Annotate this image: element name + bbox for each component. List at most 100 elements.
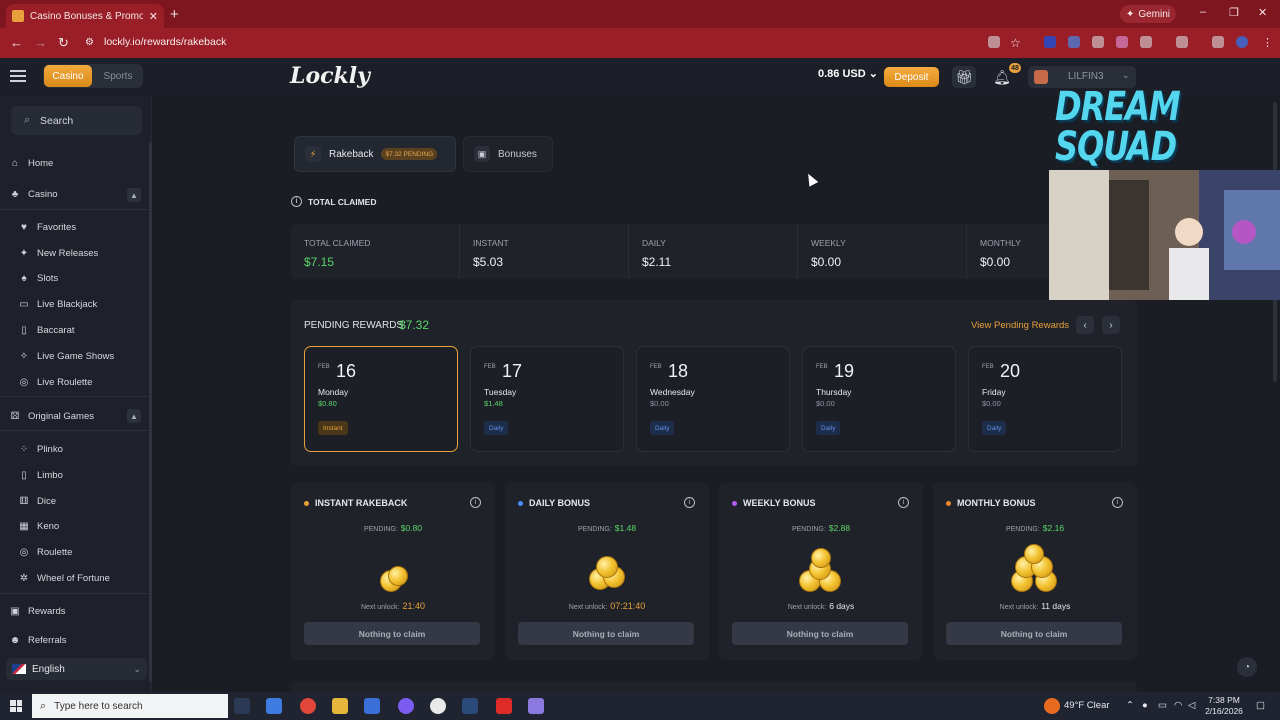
extension-icon[interactable] — [1044, 36, 1056, 48]
info-icon[interactable]: i — [1112, 497, 1123, 508]
extension-icon[interactable] — [1092, 36, 1104, 48]
steam-icon[interactable] — [462, 698, 478, 714]
casino-toggle[interactable]: Casino — [44, 65, 92, 87]
store-icon[interactable] — [364, 698, 380, 714]
pending-badge: $7.32 PENDING — [381, 148, 438, 160]
cards-icon: ♣ — [11, 189, 19, 200]
sidebar-item-dice[interactable]: ⚅ Dice — [18, 496, 56, 507]
file-explorer-icon[interactable] — [332, 698, 348, 714]
claim-button[interactable]: Nothing to claim — [518, 622, 694, 645]
sidebar-item-favorites[interactable]: ♥ Favorites — [18, 222, 76, 233]
sidebar-item-label: Live Game Shows — [37, 351, 115, 362]
new-tab-button[interactable]: + — [170, 6, 179, 23]
view-pending-rewards-link[interactable]: View Pending Rewards — [971, 320, 1069, 331]
sidebar-item-baccarat[interactable]: ▯ Baccarat — [18, 325, 74, 336]
site-info-icon[interactable]: ⚙ — [85, 37, 94, 48]
volume-icon[interactable]: ◁ — [1188, 700, 1195, 711]
microphone-icon[interactable]: ● — [1142, 700, 1148, 711]
sidebar-item-roulette[interactable]: ◎ Roulette — [18, 547, 73, 558]
sidebar-item-wheel-of-fortune[interactable]: ✲ Wheel of Fortune — [18, 573, 110, 584]
notifications-icon[interactable]: ▢ — [1256, 700, 1265, 711]
sidebar-item-new-releases[interactable]: ✦ New Releases — [18, 248, 98, 259]
restore-button[interactable]: ❐ — [1229, 6, 1239, 19]
search-input[interactable]: ⌕ Search — [11, 106, 142, 135]
close-tab-icon[interactable]: ✕ — [149, 10, 158, 23]
claim-button[interactable]: Nothing to claim — [732, 622, 908, 645]
install-app-icon[interactable] — [988, 36, 1000, 48]
side-panel-icon[interactable] — [1176, 36, 1188, 48]
sidebar-item-casino[interactable]: ♣ Casino — [9, 189, 58, 200]
minimize-button[interactable]: – — [1200, 6, 1206, 18]
gemini-button[interactable]: ✦ Gemini — [1120, 5, 1176, 23]
app-icon[interactable] — [528, 698, 544, 714]
day-card[interactable]: FEB 19 Thursday $0.00 Daily — [802, 346, 956, 452]
day-card[interactable]: FEB 20 Friday $0.00 Daily — [968, 346, 1122, 452]
sidebar-scrollbar[interactable] — [149, 142, 152, 682]
taskbar-search-input[interactable]: ⌕ Type here to search — [32, 694, 228, 718]
weather-icon[interactable] — [1044, 698, 1060, 714]
taskbar-clock[interactable]: 7:38 PM 2/16/2026 — [1200, 695, 1248, 717]
support-chat-icon[interactable]: ◔ — [1237, 657, 1257, 677]
previous-arrow-icon[interactable]: ‹ — [1076, 316, 1094, 334]
sidebar-item-original-games[interactable]: ⚄ Original Games — [9, 411, 94, 422]
divider — [0, 209, 150, 210]
browser-tab[interactable]: Casino Bonuses & Promotio ✕ — [6, 4, 164, 28]
extensions-puzzle-icon[interactable] — [1140, 36, 1152, 48]
sidebar-item-live-roulette[interactable]: ◎ Live Roulette — [18, 377, 93, 388]
browser-menu-icon[interactable]: ⋮ — [1262, 36, 1273, 49]
day-month: FEB — [816, 364, 828, 370]
sports-toggle[interactable]: Sports — [95, 65, 141, 87]
forward-icon[interactable]: → — [34, 35, 47, 50]
site-logo[interactable]: Lockly — [290, 63, 370, 89]
network-icon[interactable]: ▭ — [1158, 700, 1167, 711]
sidebar-item-keno[interactable]: ▦ Keno — [18, 521, 59, 532]
sidebar-item-plinko[interactable]: ⁘ Plinko — [18, 444, 63, 455]
claim-button[interactable]: Nothing to claim — [946, 622, 1122, 645]
extension-icon[interactable] — [1116, 36, 1128, 48]
day-card[interactable]: FEB 16 Monday $0.80 Instant — [304, 346, 458, 452]
day-card[interactable]: FEB 18 Wednesday $0.00 Daily — [636, 346, 790, 452]
discord-icon[interactable] — [398, 698, 414, 714]
wifi-icon[interactable]: ◠ — [1174, 700, 1182, 711]
copilot-icon[interactable] — [266, 698, 282, 714]
casino-collapse-button[interactable]: ▲ — [127, 188, 141, 202]
url-field[interactable]: lockly.io/rewards/rakeback — [104, 36, 226, 48]
tray-chevron-icon[interactable]: ⌃ — [1126, 700, 1134, 711]
extension-icon[interactable] — [1068, 36, 1080, 48]
bookmark-star-icon[interactable]: ☆ — [1010, 36, 1021, 50]
sidebar-item-limbo[interactable]: ▯ Limbo — [18, 470, 63, 481]
deposit-button[interactable]: Deposit — [884, 67, 939, 87]
day-card[interactable]: FEB 17 Tuesday $1.48 Daily — [470, 346, 624, 452]
info-icon[interactable]: i — [684, 497, 695, 508]
gift-icon[interactable]: 🎁︎ — [952, 66, 976, 88]
task-view-icon[interactable] — [234, 698, 250, 714]
tab-bonuses[interactable]: ▣ Bonuses — [463, 136, 553, 172]
balance-selector[interactable]: 0.86 USD ⌄ — [818, 67, 878, 80]
sidebar-item-slots[interactable]: ♠ Slots — [18, 273, 58, 284]
sidebar-item-live-game-shows[interactable]: ✧ Live Game Shows — [18, 351, 114, 362]
reload-icon[interactable]: ↻ — [58, 35, 69, 51]
back-icon[interactable]: ← — [10, 35, 23, 50]
claim-button[interactable]: Nothing to claim — [304, 622, 480, 645]
profile-avatar-icon[interactable] — [1236, 36, 1248, 48]
weather-text[interactable]: 49°F Clear — [1064, 700, 1110, 711]
avatar — [1034, 70, 1048, 84]
original-games-collapse-button[interactable]: ▲ — [127, 409, 141, 423]
language-select[interactable]: English ⌄ — [6, 658, 147, 680]
sidebar-item-home[interactable]: ⌂ Home — [9, 158, 53, 169]
menu-hamburger-icon[interactable] — [10, 70, 26, 82]
info-icon[interactable]: i — [898, 497, 909, 508]
youtube-icon[interactable] — [496, 698, 512, 714]
media-icon[interactable] — [1212, 36, 1224, 48]
sidebar-item-rewards[interactable]: ▣ Rewards — [9, 606, 65, 617]
tab-rakeback[interactable]: ⚡︎ Rakeback $7.32 PENDING — [294, 136, 456, 172]
chrome-icon[interactable] — [300, 698, 316, 714]
sidebar-item-live-blackjack[interactable]: ▭ Live Blackjack — [18, 299, 97, 310]
next-arrow-icon[interactable]: › — [1102, 316, 1120, 334]
info-icon[interactable]: i — [470, 497, 481, 508]
windows-start-icon[interactable] — [10, 700, 22, 712]
info-icon[interactable]: i — [291, 196, 302, 207]
close-window-button[interactable]: ✕ — [1258, 6, 1267, 19]
obs-icon[interactable] — [430, 698, 446, 714]
sidebar-item-referrals[interactable]: ☻ Referrals — [9, 635, 67, 646]
